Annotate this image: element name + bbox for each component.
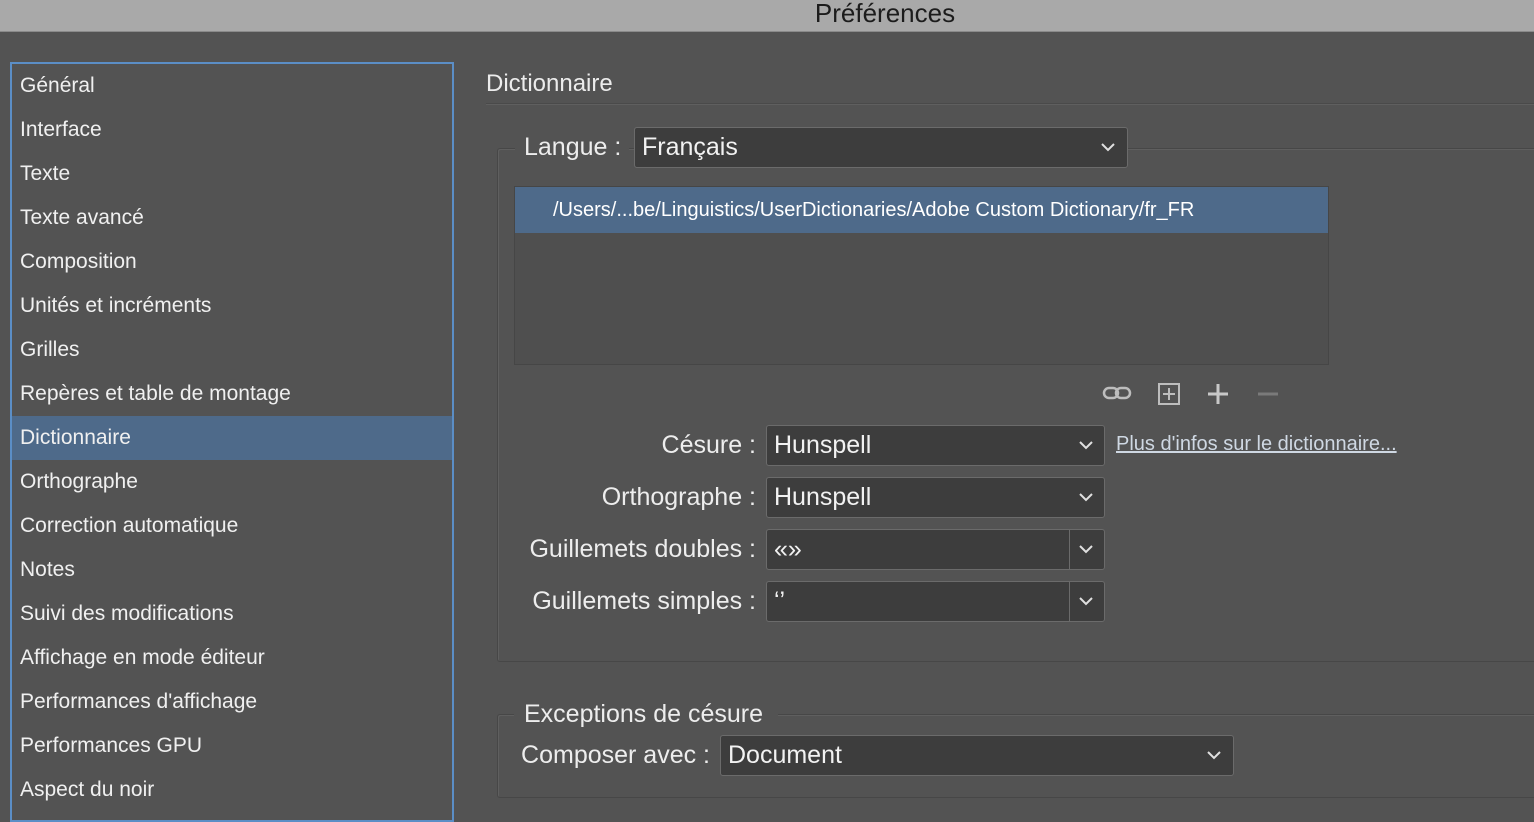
sidebar-item-track-changes[interactable]: Suivi des modifications (12, 592, 452, 636)
chevron-down-icon[interactable] (1079, 544, 1093, 554)
sidebar-item-units[interactable]: Unités et incréments (12, 284, 452, 328)
single-quotes-label: Guillemets simples : (532, 587, 756, 615)
language-select[interactable]: Français (634, 127, 1128, 168)
sidebar-item-autocorrect[interactable]: Correction automatique (12, 504, 452, 548)
hyphenation-select[interactable]: Hunspell (766, 425, 1105, 466)
hyphenation-label: Césure : (661, 431, 756, 459)
chevron-down-icon (1079, 441, 1093, 450)
chevron-down-icon (1207, 751, 1221, 760)
sidebar-item-notes[interactable]: Notes (12, 548, 452, 592)
sidebar-item-general[interactable]: Général (12, 64, 452, 108)
compose-with-label: Composer avec : (521, 741, 710, 769)
section-title: Dictionnaire (486, 70, 613, 97)
combo-divider (1069, 530, 1070, 569)
exceptions-title: Exceptions de césure (524, 700, 764, 728)
chevron-down-icon (1101, 143, 1115, 152)
section-divider (486, 103, 1534, 105)
sidebar-item-composition[interactable]: Composition (12, 240, 452, 284)
compose-with-select[interactable]: Document (720, 735, 1234, 776)
sidebar-item-guides[interactable]: Repères et table de montage (12, 372, 452, 416)
spelling-label: Orthographe : (601, 483, 756, 511)
combo-divider (1069, 582, 1070, 621)
compose-with-value: Document (728, 741, 842, 769)
double-quotes-value[interactable]: «» (774, 530, 802, 568)
sidebar-item-story-editor[interactable]: Affichage en mode éditeur (12, 636, 452, 680)
new-dictionary-icon[interactable] (1157, 382, 1181, 406)
window-title: Préférences (814, 0, 956, 28)
list-item[interactable]: /Users/...be/Linguistics/UserDictionarie… (515, 187, 1328, 233)
sidebar-item-interface[interactable]: Interface (12, 108, 452, 152)
double-quotes-combo[interactable]: «» (766, 529, 1105, 570)
chevron-down-icon (1079, 493, 1093, 502)
sidebar-item-spelling[interactable]: Orthographe (12, 460, 452, 504)
dictionary-list[interactable]: /Users/...be/Linguistics/UserDictionarie… (514, 186, 1329, 365)
sidebar-item-display-performance[interactable]: Performances d'affichage (12, 680, 452, 724)
spelling-select[interactable]: Hunspell (766, 477, 1105, 518)
sidebar-item-grids[interactable]: Grilles (12, 328, 452, 372)
double-quotes-label: Guillemets doubles : (529, 535, 756, 563)
spelling-select-value: Hunspell (774, 483, 872, 511)
preferences-sidebar[interactable]: Général Interface Texte Texte avancé Com… (10, 62, 454, 822)
link-icon[interactable] (1102, 382, 1132, 404)
chevron-down-icon[interactable] (1079, 596, 1093, 606)
single-quotes-combo[interactable]: ‘’ (766, 581, 1105, 622)
add-icon[interactable] (1206, 382, 1230, 406)
window-titlebar: Préférences (0, 0, 1534, 32)
sidebar-item-dictionary[interactable]: Dictionnaire (12, 416, 452, 460)
single-quotes-value[interactable]: ‘’ (774, 582, 785, 620)
sidebar-item-text[interactable]: Texte (12, 152, 452, 196)
language-label: Langue : (524, 133, 622, 161)
remove-icon[interactable] (1256, 382, 1280, 406)
sidebar-item-black-appearance[interactable]: Aspect du noir (12, 768, 452, 812)
sidebar-item-advanced-text[interactable]: Texte avancé (12, 196, 452, 240)
more-info-link[interactable]: Plus d'infos sur le dictionnaire... (1116, 433, 1397, 456)
hyphenation-select-value: Hunspell (774, 431, 872, 459)
sidebar-item-gpu-performance[interactable]: Performances GPU (12, 724, 452, 768)
language-select-value: Français (642, 133, 738, 161)
